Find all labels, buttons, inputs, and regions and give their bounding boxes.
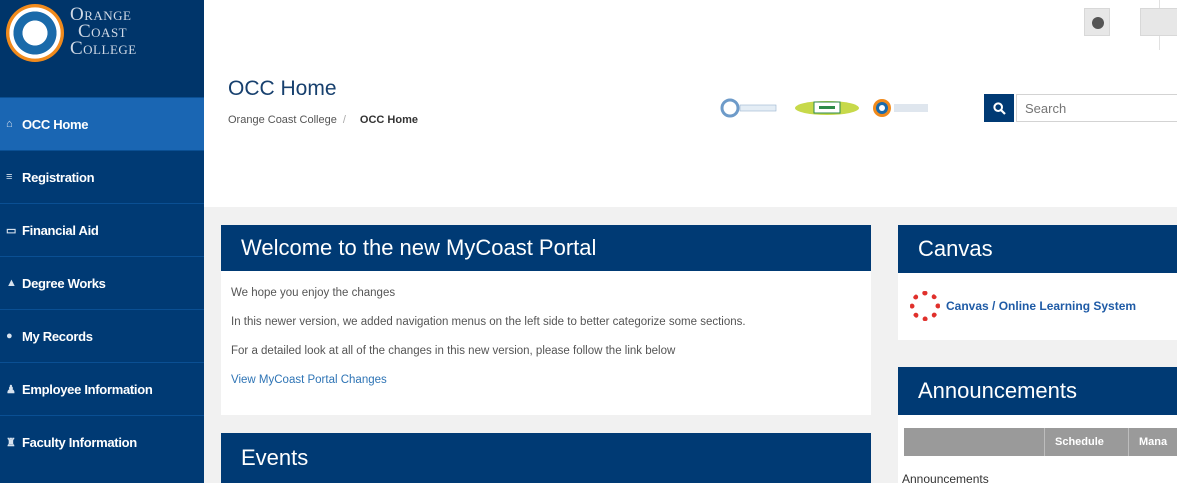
announcements-subheading: Announcements [902,472,989,483]
college-logo[interactable]: Orange Coast College [0,0,204,97]
sidebar-item-my-records[interactable]: ● My Records [0,309,204,362]
breadcrumb-current: OCC Home [359,114,418,126]
sidebar-item-degree-works[interactable]: ▲ Degree Works [0,256,204,309]
employee-icon: ♟ [6,383,16,396]
home-icon: ⌂ [6,118,13,130]
logo-emblem-icon [6,4,64,62]
sidebar-item-label: OCC Home [22,116,89,132]
orange-coast-logo-icon[interactable] [872,98,938,118]
canvas-online-learning-link[interactable]: Canvas / Online Learning System [910,291,1136,321]
sidebar-item-label: Registration [22,169,95,185]
coastline-logo-icon[interactable] [720,98,778,118]
sidebar-item-financial-aid[interactable]: ▭ Financial Aid [0,203,204,256]
search-icon [992,101,1006,115]
breadcrumb: Orange Coast College / OCC Home [228,114,418,126]
sidebar-item-label: Employee Information [22,381,153,397]
sidebar-item-label: Faculty Information [22,434,137,450]
welcome-line: For a detailed look at all of the change… [231,345,676,357]
golden-west-logo-icon[interactable] [794,98,860,118]
canvas-link-label: Canvas / Online Learning System [946,299,1137,313]
logo-wordmark: Orange Coast College [70,5,137,59]
page-title: OCC Home [228,77,337,100]
top-bar [204,0,1177,50]
degree-works-icon: ▲ [6,277,17,289]
tab-manage[interactable]: Mana [1128,428,1177,456]
view-portal-changes-link[interactable]: View MyCoast Portal Changes [231,374,861,387]
sidebar-item-employee-information[interactable]: ♟ Employee Information [0,362,204,415]
faculty-icon: ♜ [6,436,16,449]
canvas-logo-icon [910,291,940,321]
user-menu-button[interactable] [1084,8,1110,36]
sidebar-item-registration[interactable]: ≡ Registration [0,150,204,203]
sidebar-item-label: Degree Works [22,275,106,291]
sidebar-item-label: Financial Aid [22,222,99,238]
financial-aid-icon: ▭ [6,224,17,237]
sidebar-item-faculty-information[interactable]: ♜ Faculty Information [0,415,204,468]
welcome-line: We hope you enjoy the changes [231,287,396,299]
welcome-panel-body: We hope you enjoy the changes In this ne… [221,271,871,387]
sidebar-item-label: My Records [22,328,93,344]
canvas-panel-title: Canvas [898,225,1177,273]
canvas-panel: Canvas Canvas / Online Learning System [898,225,1177,340]
announcements-panel-title: Announcements [898,367,1177,415]
records-icon: ● [6,330,13,342]
menu-button[interactable] [1140,8,1177,36]
user-icon [1092,17,1104,29]
welcome-panel-title: Welcome to the new MyCoast Portal [221,225,871,271]
search-button[interactable] [984,94,1014,122]
announcements-panel: Announcements Schedule Mana Announcement… [898,367,1177,483]
page-header: OCC Home Orange Coast College / OCC Home [204,50,1177,207]
welcome-line: In this newer version, we added navigati… [231,316,746,328]
breadcrumb-root[interactable]: Orange Coast College [228,114,337,126]
sidebar-item-occ-home[interactable]: ⌂ OCC Home [0,97,204,150]
announcements-tab-bar: Schedule Mana [904,428,1177,456]
events-panel: Events [221,433,871,483]
registration-icon: ≡ [6,171,13,183]
welcome-panel: Welcome to the new MyCoast Portal We hop… [221,225,871,415]
sidebar: Orange Coast College ⌂ OCC Home ≡ Regist… [0,0,204,483]
logo-line-3: College [70,38,137,59]
search-input[interactable] [1016,94,1177,122]
tab-schedule[interactable]: Schedule [1044,428,1128,456]
breadcrumb-separator: / [342,114,346,126]
events-panel-title: Events [221,433,871,483]
